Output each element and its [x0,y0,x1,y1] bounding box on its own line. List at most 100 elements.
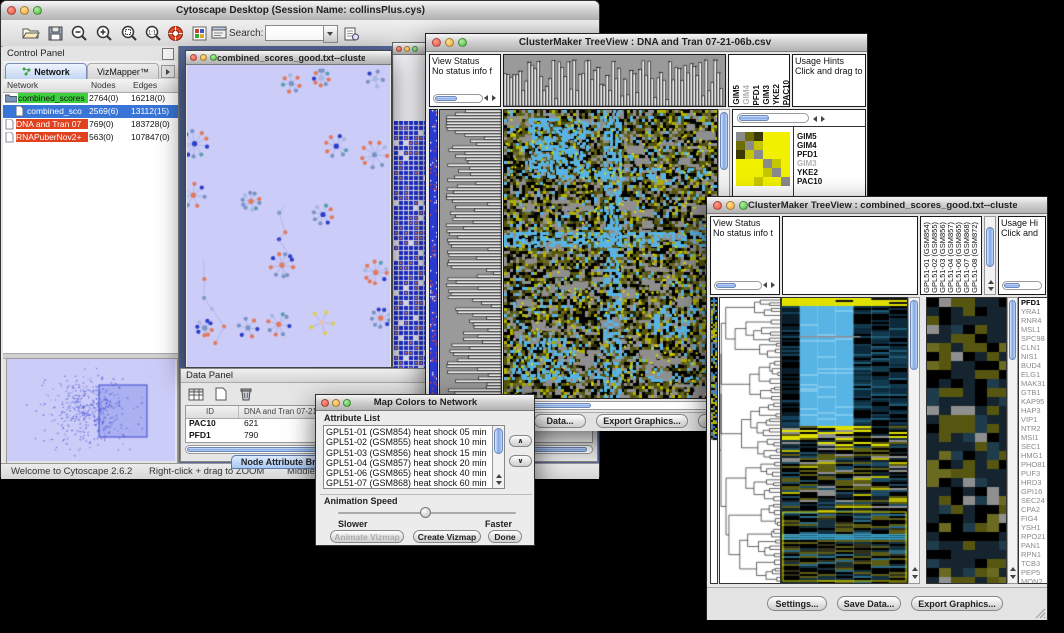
network-view-canvas[interactable] [187,65,390,367]
resize-grip[interactable] [1034,607,1046,619]
tv1-global-strip[interactable] [429,109,438,399]
network-window-titlebar[interactable]: combined_scores_good.txt--cluste... [186,51,391,65]
zoom-out-icon[interactable] [67,22,91,44]
tv1-column-dendrogram[interactable] [503,54,726,107]
close-icon[interactable] [7,6,16,15]
tv2-row-dendrogram[interactable] [719,297,781,584]
tv2-zoom-vscrollbar[interactable] [1007,297,1018,584]
col-edges[interactable]: Edges [133,80,157,90]
dialog-titlebar[interactable]: Map Colors to Network [316,395,534,411]
attribute-item[interactable]: GPL51-06 (GSM865) heat shock 40 min [324,468,492,478]
zoom-selected-icon[interactable] [117,22,141,44]
treeview2-titlebar[interactable]: ClusterMaker TreeView : combined_scores_… [707,197,1047,214]
close-icon[interactable] [321,399,329,407]
save-session-icon[interactable] [43,22,67,44]
tab-vizmapper[interactable]: VizMapper™ [87,63,159,80]
minimize-icon[interactable] [200,54,207,61]
tv2-status-scrollbar[interactable] [714,281,762,290]
col-network[interactable]: Network [7,80,38,90]
attribute-item[interactable]: GPL51-07 (GSM868) heat shock 60 min [324,478,492,488]
close-icon[interactable] [713,201,722,210]
tv2-column-label-panel[interactable]: GPL51-01 (GSM854)GPL51-02 (GSM855)GPL51-… [920,216,982,295]
zoom-window-icon[interactable] [343,399,351,407]
main-titlebar[interactable]: Cytoscape Desktop (Session Name: collins… [1,1,599,21]
move-down-button[interactable]: ∨ [509,455,532,467]
col-nodes[interactable]: Nodes [91,80,116,90]
tv2-zoom-heatmap[interactable] [926,297,1007,584]
close-icon[interactable] [190,54,197,61]
tab-network[interactable]: Network [5,63,87,80]
minimize-icon[interactable] [332,399,340,407]
network-row-selected[interactable]: combined_sco 2569(6) 13112(15) [3,105,178,118]
open-session-icon[interactable] [19,22,43,44]
attribute-item[interactable]: GPL51-01 (GSM854) heat shock 05 min [324,427,492,437]
search-dropdown-button[interactable] [323,25,338,43]
export-graphics-button[interactable]: Export Graphics... [911,596,1003,611]
zoom-window-icon[interactable] [33,6,42,15]
minimize-icon[interactable] [404,46,410,52]
tv1-status-scrollbar[interactable] [433,94,483,103]
tv1-right-scrollbar[interactable] [737,113,809,123]
network-row[interactable]: combined_scores 2764(0) 16218(0) [3,92,178,105]
export-graphics-button[interactable]: Export Graphics... [596,414,688,428]
move-up-button[interactable]: ∧ [509,435,532,447]
col-id[interactable]: ID [206,407,214,416]
tab-overflow-button[interactable] [161,65,175,78]
network-row[interactable]: RNAPuberNov2+ 563(0) 107847(0) [3,131,178,144]
vizmapper-icon[interactable] [189,22,209,44]
tv2-global-strip[interactable] [710,297,718,584]
tv2-gene-list[interactable]: PFD1YRA1RNR4MSL1SPC98CLN1NIS1BUD4ELG1MAK… [1018,297,1048,584]
animate-vizmap-button[interactable]: Animate Vizmap [330,530,404,543]
tv2-heatmap[interactable] [781,297,908,584]
gene-label: RPN1 [1021,550,1046,559]
network-row[interactable]: DNA and Tran 07 769(0) 183728(0) [3,118,178,131]
treeview1-titlebar[interactable]: ClusterMaker TreeView : DNA and Tran 07-… [426,34,867,52]
zoom-window-icon[interactable] [412,46,418,52]
tv1-hscrollbar[interactable] [503,401,718,410]
tv2-collabel-scrollbar[interactable] [984,216,996,295]
zoom-window-icon[interactable] [458,38,467,47]
tv1-row-dendrogram[interactable] [439,109,502,399]
new-attribute-icon[interactable] [211,385,231,403]
attribute-item[interactable]: GPL51-04 (GSM857) heat shock 20 min [324,458,492,468]
close-icon[interactable] [396,46,402,52]
row-label: GIM5 [797,132,822,141]
column-label: GIM5 [732,85,741,105]
attribute-item[interactable]: GPL51-03 (GSM856) heat shock 15 min [324,448,492,458]
help-lifering-icon[interactable] [163,22,187,44]
tv2-usage-scrollbar[interactable] [1002,281,1042,290]
save-data-button[interactable]: Data... [534,414,586,428]
tv1-column-label-panel[interactable]: GIM5GIM4PFD1GIM3YKE2PAC10 [728,54,790,107]
tv1-similarity-matrix[interactable] [736,132,790,186]
import-table-icon[interactable] [341,22,361,44]
zoom-window-icon[interactable] [210,54,217,61]
zoom-in-icon[interactable] [92,22,116,44]
float-panel-icon[interactable] [162,48,174,60]
minimize-icon[interactable] [20,6,29,15]
tv2-column-dendrogram[interactable] [782,216,918,295]
listbox-scrollbar[interactable] [492,426,504,488]
minimize-icon[interactable] [445,38,454,47]
tv1-heatmap[interactable] [503,109,718,399]
animation-speed-slider[interactable] [338,507,516,519]
create-vizmap-button[interactable]: Create Vizmap [413,530,481,543]
save-data-button[interactable]: Save Data... [837,596,901,611]
delete-attribute-icon[interactable] [236,385,256,403]
minimize-icon[interactable] [726,201,735,210]
network-overview[interactable] [6,358,178,464]
attribute-listbox[interactable]: GPL51-01 (GSM854) heat shock 05 minGPL51… [323,425,505,489]
gene-label: PFD1 [1021,298,1046,307]
table-mode-icon[interactable] [186,385,206,403]
close-icon[interactable] [432,38,441,47]
search-input[interactable] [265,25,325,41]
settings-button[interactable]: Settings... [767,596,827,611]
treeview2-title: ClusterMaker TreeView : combined_scores_… [748,200,1017,211]
zoom-fit-icon[interactable]: 1:1 [141,22,165,44]
zoom-window-icon[interactable] [739,201,748,210]
window-controls[interactable] [1,6,42,15]
slider-thumb[interactable] [420,507,431,518]
attribute-item[interactable]: GPL51-02 (GSM855) heat shock 10 min [324,437,492,447]
done-button[interactable]: Done [488,530,522,543]
annotation-icon[interactable] [209,22,229,44]
tv2-heatmap-vscrollbar[interactable] [908,297,920,584]
